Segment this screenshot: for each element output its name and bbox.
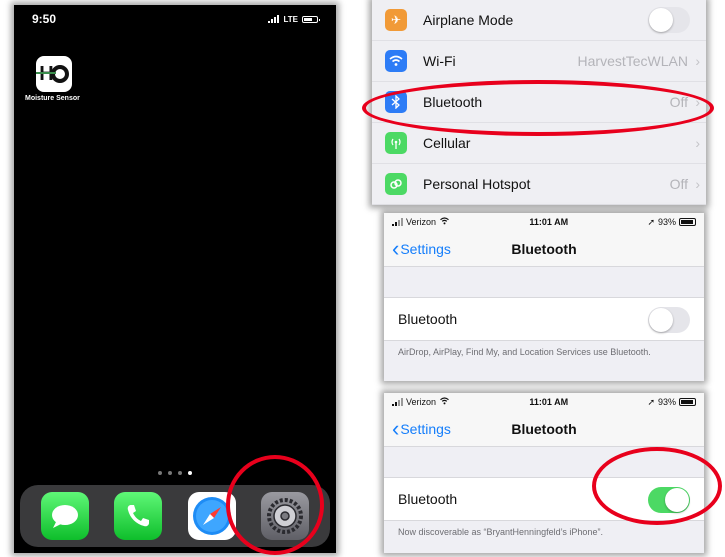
chevron-right-icon: › <box>695 53 700 69</box>
home-screen: 9:50 LTE H Moisture Sensor <box>14 5 336 553</box>
status-bar: Verizon 11:01 AM ➚ 93% <box>384 393 704 411</box>
signal-icon <box>268 15 280 23</box>
nav-bar: ‹ Settings Bluetooth <box>384 411 704 447</box>
cellular-icon <box>385 132 407 154</box>
wifi-icon <box>439 397 450 407</box>
settings-row-wifi[interactable]: Wi-Fi HarvestTecWLAN › <box>372 41 706 82</box>
wifi-network-value: HarvestTecWLAN <box>577 53 688 69</box>
hotspot-status-value: Off <box>669 176 688 192</box>
bluetooth-row-label: Bluetooth <box>398 491 458 507</box>
safari-icon[interactable] <box>187 492 236 540</box>
battery-icon <box>679 398 696 406</box>
airplane-icon: ✈ <box>385 9 407 31</box>
chevron-right-icon: › <box>695 94 700 110</box>
moisture-sensor-app-icon[interactable]: H <box>36 56 72 92</box>
page-title: Bluetooth <box>511 420 577 437</box>
page-title: Bluetooth <box>511 240 577 257</box>
messages-icon[interactable] <box>40 492 89 540</box>
settings-row-cellular[interactable]: Cellular › <box>372 123 706 164</box>
signal-icon <box>392 398 403 406</box>
bluetooth-screen-off: Verizon 11:01 AM ➚ 93% ‹ Settings Bluetoo… <box>384 213 704 381</box>
settings-row-personal-hotspot[interactable]: Personal Hotspot Off › <box>372 164 706 205</box>
wifi-icon <box>439 217 450 227</box>
page-indicator[interactable] <box>14 471 336 475</box>
settings-list-panel: ✈ Airplane Mode Wi-Fi HarvestTecWLAN › B… <box>372 0 706 205</box>
dock <box>20 485 330 547</box>
bluetooth-row: Bluetooth <box>384 297 704 341</box>
status-time: 11:01 AM <box>529 397 569 407</box>
bluetooth-row: Bluetooth <box>384 477 704 521</box>
settings-row-bluetooth[interactable]: Bluetooth Off › <box>372 82 706 123</box>
status-bar: 9:50 LTE <box>32 11 320 27</box>
network-type: LTE <box>283 14 298 24</box>
bluetooth-screen-on: Verizon 11:01 AM ➚ 93% ‹ Settings Bluetoo… <box>384 393 704 553</box>
airplane-mode-toggle[interactable] <box>648 7 690 33</box>
status-bar: Verizon 11:01 AM ➚ 93% <box>384 213 704 231</box>
bluetooth-row-label: Bluetooth <box>398 311 458 327</box>
discoverable-footnote: Now discoverable as “BryantHenningfeld’s… <box>398 527 603 537</box>
location-arrow-icon: ➚ <box>647 396 655 407</box>
signal-icon <box>392 218 403 226</box>
bluetooth-footnote: AirDrop, AirPlay, Find My, and Location … <box>398 347 651 357</box>
settings-icon[interactable] <box>261 492 310 540</box>
bluetooth-toggle[interactable] <box>648 487 690 513</box>
bluetooth-icon <box>385 91 407 113</box>
battery-percent: 93% <box>657 217 676 227</box>
chevron-right-icon: › <box>695 135 700 151</box>
carrier-name: Verizon <box>406 397 437 407</box>
wifi-icon <box>385 50 407 72</box>
battery-icon <box>302 15 320 23</box>
h2o-logo-icon: H <box>36 63 69 86</box>
phone-icon[interactable] <box>114 492 163 540</box>
battery-percent: 93% <box>657 397 676 407</box>
settings-row-airplane-mode[interactable]: ✈ Airplane Mode <box>372 0 706 41</box>
status-time: 11:01 AM <box>529 217 569 227</box>
location-arrow-icon: ➚ <box>647 216 655 227</box>
chevron-right-icon: › <box>695 176 700 192</box>
bluetooth-status-value: Off <box>669 94 688 110</box>
battery-icon <box>679 218 696 226</box>
carrier-name: Verizon <box>406 217 437 227</box>
nav-bar: ‹ Settings Bluetooth <box>384 231 704 267</box>
bluetooth-toggle[interactable] <box>648 307 690 333</box>
status-time: 9:50 <box>32 12 57 26</box>
hotspot-icon <box>385 173 407 195</box>
moisture-sensor-app-label: Moisture Sensor <box>25 95 80 102</box>
